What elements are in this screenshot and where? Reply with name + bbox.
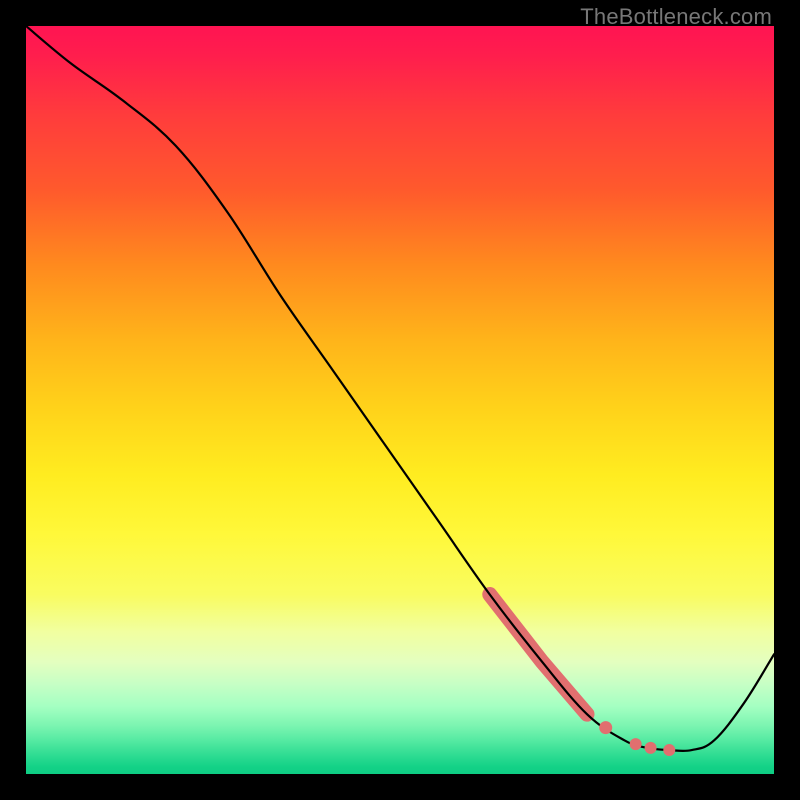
chart-dot: [645, 742, 657, 754]
chart-curve: [26, 26, 774, 751]
chart-dots-layer: [599, 721, 675, 756]
chart-dot: [663, 744, 675, 756]
chart-dot: [599, 721, 612, 734]
chart-dot: [630, 738, 642, 750]
watermark-text: TheBottleneck.com: [580, 4, 772, 30]
chart-svg: [26, 26, 774, 774]
